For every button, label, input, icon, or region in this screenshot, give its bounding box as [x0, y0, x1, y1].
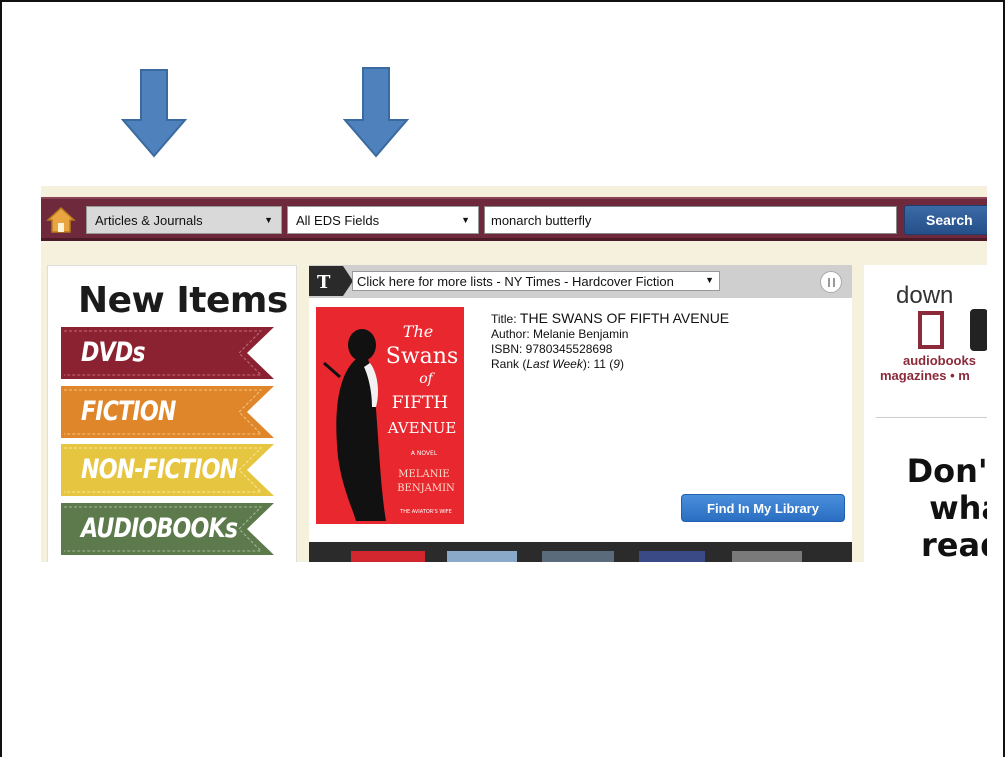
cover-text: The — [403, 322, 433, 341]
book-rank: Rank (Last Week): 11 (9) — [491, 357, 729, 372]
book-author: Author: Melanie Benjamin — [491, 327, 629, 341]
cover-text: THE AVIATOR'S WIFE — [399, 509, 452, 515]
book-title-label: Title: — [491, 312, 517, 326]
search-button[interactable]: Search — [904, 205, 987, 235]
book-title[interactable]: THE SWANS OF FIFTH AVENUE — [520, 310, 729, 326]
cover-text: A NOVEL — [411, 450, 438, 457]
search-query-value: monarch butterfly — [491, 213, 592, 228]
ribbon-fiction[interactable]: FICTION — [61, 386, 274, 438]
new-items-title: New Items — [78, 280, 288, 321]
library-website-screenshot: Articles & Journals ▼ All EDS Fields ▼ m… — [41, 186, 987, 562]
nyt-logo-icon: T — [309, 266, 353, 296]
ribbon-label-fiction: FICTION — [81, 396, 176, 427]
book-isbn: ISBN: 9780345528698 — [491, 342, 613, 356]
phone-icon — [970, 309, 987, 351]
download-heading[interactable]: down — [896, 282, 953, 310]
book-cover[interactable]: The Swans of FIFTH AVENUE A NOVEL MELANI… — [316, 307, 464, 524]
carousel-thumb[interactable] — [732, 551, 802, 562]
search-field-value: All EDS Fields — [296, 213, 380, 228]
divider — [876, 417, 987, 418]
ribbon-label-dvds: DVDs — [81, 337, 146, 368]
nyt-list-select[interactable]: Click here for more lists - NY Times - H… — [352, 271, 720, 291]
carousel-thumb[interactable] — [639, 551, 705, 562]
ribbon-audiobooks[interactable]: AUDIOBOOKs — [61, 503, 274, 555]
search-scope-value: Articles & Journals — [95, 213, 203, 228]
down-arrow-icon — [343, 67, 409, 158]
ribbon-label-nonfiction: NON-FICTION — [81, 454, 238, 485]
media-line-1: audiobooks — [903, 353, 976, 368]
rank-end: ) — [619, 357, 624, 371]
carousel-thumb[interactable] — [542, 551, 614, 562]
promo-line-2: wha — [929, 489, 987, 527]
right-promo-panel: down audiobooks magazines • m Don't wha … — [864, 265, 987, 562]
nyt-list-panel: T Click here for more lists - NY Times -… — [309, 265, 852, 562]
cover-text: Swans — [386, 344, 458, 369]
svg-text:T: T — [317, 272, 331, 293]
find-in-library-button[interactable]: Find In My Library — [681, 494, 845, 522]
promo-line-1: Don't — [906, 452, 987, 490]
search-field-select[interactable]: All EDS Fields ▼ — [287, 206, 479, 234]
book-info: Title: THE SWANS OF FIFTH AVENUE Author:… — [491, 311, 729, 372]
search-bar: Articles & Journals ▼ All EDS Fields ▼ m… — [41, 197, 987, 241]
new-items-panel: New Items DVDs FICTION NON-FICTION AUDIO… — [47, 265, 297, 562]
carousel-thumb[interactable] — [447, 551, 517, 562]
promo-text[interactable]: Don't wha read — [897, 452, 987, 563]
nyt-list-bar: T Click here for more lists - NY Times -… — [309, 265, 852, 298]
search-input[interactable]: monarch butterfly — [484, 206, 897, 234]
ribbon-label-audiobooks: AUDIOBOOKs — [81, 513, 238, 544]
ribbon-nonfiction[interactable]: NON-FICTION — [61, 444, 274, 496]
book-title-line: Title: THE SWANS OF FIFTH AVENUE — [491, 311, 729, 327]
rank-italic: Last Week — [526, 357, 583, 371]
search-scope-select[interactable]: Articles & Journals ▼ — [86, 206, 282, 234]
home-icon[interactable] — [46, 205, 76, 235]
cover-text: FIFTH — [392, 393, 448, 413]
ribbon-dvds[interactable]: DVDs — [61, 327, 274, 379]
down-arrow-icon — [121, 69, 187, 158]
cover-text: BENJAMIN — [397, 483, 455, 494]
pause-icon — [833, 278, 835, 287]
rank-prefix: Rank ( — [491, 357, 527, 371]
book-carousel — [309, 542, 852, 562]
nyt-list-label: Click here for more lists - NY Times - H… — [357, 274, 674, 289]
rank-last: 9 — [613, 357, 620, 371]
media-line-2: magazines • m — [880, 368, 970, 383]
tablet-icon — [918, 311, 944, 349]
pause-button[interactable] — [820, 271, 842, 293]
cover-text: MELANIE — [398, 469, 449, 480]
book-cover-art: The Swans of FIFTH AVENUE A NOVEL MELANI… — [316, 307, 464, 524]
caret-down-icon: ▼ — [705, 275, 714, 285]
caret-down-icon: ▼ — [264, 215, 273, 225]
carousel-thumb[interactable] — [351, 551, 425, 562]
cover-text: AVENUE — [387, 419, 457, 437]
rank-mid: ): 11 ( — [582, 357, 614, 371]
promo-line-3: read — [921, 526, 987, 563]
caret-down-icon: ▼ — [461, 215, 470, 225]
pause-icon — [828, 278, 830, 287]
